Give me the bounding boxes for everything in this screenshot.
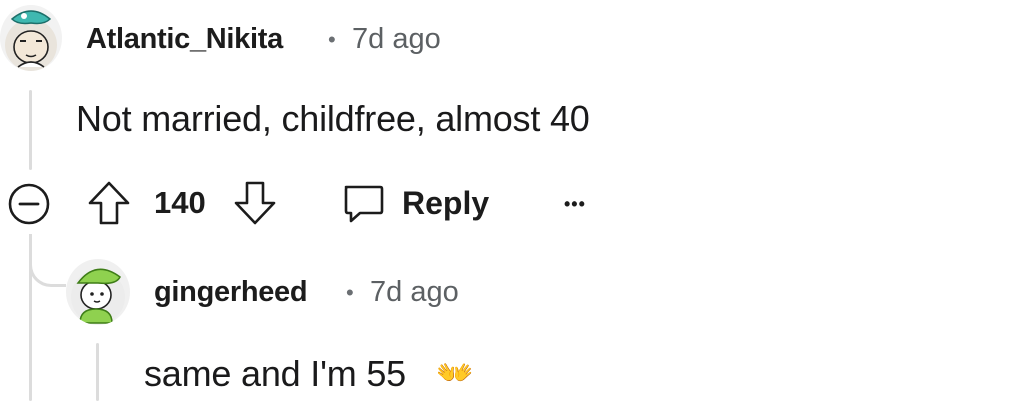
avatar[interactable] [0, 5, 62, 71]
reply-label[interactable]: Reply [402, 185, 489, 222]
reply-author[interactable]: gingerheed [154, 276, 308, 309]
collapse-icon [8, 183, 50, 225]
comment-timestamp[interactable]: 7d ago [352, 23, 441, 56]
reply-thread-line[interactable] [96, 343, 99, 401]
avatar-image [5, 10, 57, 71]
thread-line-top[interactable] [29, 90, 32, 170]
downvote-button[interactable] [232, 178, 278, 228]
reply-connector [29, 234, 66, 287]
reply-body: same and I'm 55 [144, 353, 407, 394]
comment-bubble-icon [344, 185, 384, 223]
collapse-button[interactable] [6, 181, 52, 227]
more-options-button[interactable]: ••• [564, 194, 586, 215]
comment-author[interactable]: Atlantic_Nikita [86, 23, 283, 56]
open-hands-emoji: 👐 [436, 357, 474, 390]
upvote-arrow-icon [88, 181, 130, 225]
comment-body: Not married, childfree, almost 40 [76, 98, 590, 139]
upvote-button[interactable] [86, 178, 132, 228]
comment-thread: Atlantic_Nikita • 7d ago Not married, ch… [0, 0, 1031, 401]
meta-separator: • [328, 27, 336, 52]
reply-avatar[interactable] [66, 259, 130, 325]
meta-separator: • [346, 280, 354, 305]
reply-timestamp[interactable]: 7d ago [370, 276, 459, 309]
vote-count: 140 [154, 185, 206, 220]
avatar-image [71, 268, 125, 324]
downvote-arrow-icon [234, 181, 276, 225]
